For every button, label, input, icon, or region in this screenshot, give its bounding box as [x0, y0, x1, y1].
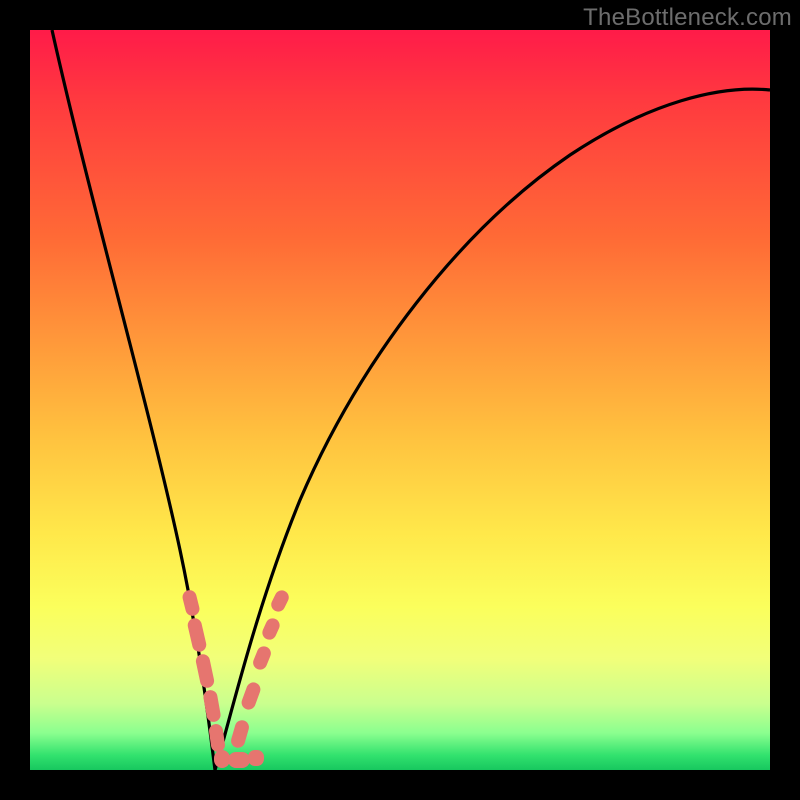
chart-frame: TheBottleneck.com	[0, 0, 800, 800]
watermark-text: TheBottleneck.com	[583, 4, 792, 32]
marker-cluster	[181, 588, 291, 768]
bottleneck-curve-left	[52, 30, 215, 770]
plot-area	[30, 30, 770, 770]
bottleneck-curve-right	[215, 89, 770, 770]
curve-layer	[30, 30, 770, 770]
